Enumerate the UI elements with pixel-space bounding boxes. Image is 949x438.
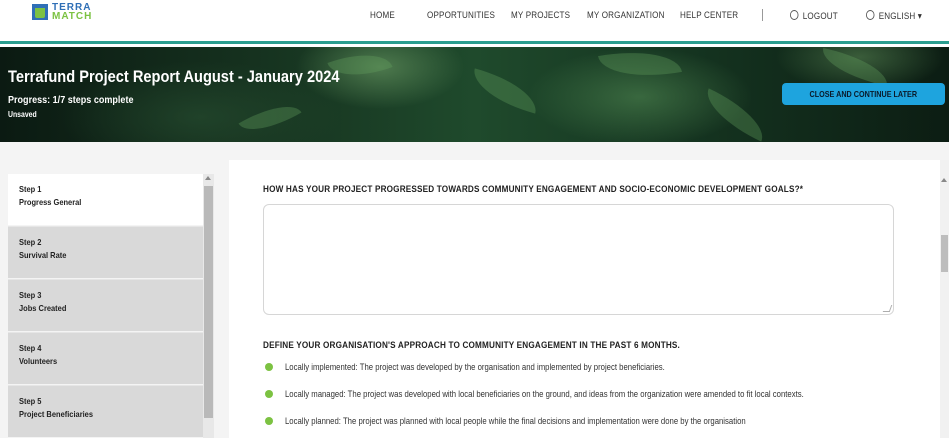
step-name: Project Beneficiaries (19, 409, 94, 419)
step-number: Step 4 (19, 343, 42, 353)
nav-logout[interactable]: LOGOUT (790, 10, 838, 22)
page-scrollbar[interactable] (940, 160, 949, 438)
bullet-dot-icon (265, 363, 273, 371)
progress-text: Progress: 1/7 steps complete (8, 94, 134, 106)
nav-divider (762, 9, 763, 21)
leaf-decoration (598, 47, 682, 86)
community-engagement-answer-field[interactable] (263, 204, 894, 315)
leaf-decoration (238, 93, 302, 142)
step-item-1[interactable]: Step 1 Progress General (8, 174, 203, 226)
scroll-up-icon[interactable] (941, 178, 947, 182)
globe-icon (866, 10, 875, 20)
step-number: Step 1 (19, 184, 42, 194)
logo-line-2: MATCH (52, 11, 93, 22)
step-item-3[interactable]: Step 3 Jobs Created (8, 280, 203, 332)
language-label: ENGLISH ▾ (878, 11, 923, 22)
report-header-banner: Terrafund Project Report August - Januar… (0, 47, 949, 142)
logo-text: TERRA MATCH (52, 3, 93, 22)
bullet-dot-icon (265, 390, 273, 398)
logout-icon (790, 10, 799, 20)
nav-my-projects[interactable]: MY PROJECTS (511, 10, 570, 21)
step-name: Jobs Created (19, 303, 67, 313)
leaf-decoration (697, 88, 773, 142)
nav-opportunities[interactable]: OPPORTUNITIES (427, 10, 495, 21)
scroll-up-icon[interactable] (205, 176, 211, 180)
form-panel: HOW HAS YOUR PROJECT PROGRESSED TOWARDS … (229, 160, 940, 438)
sidebar-scrollbar[interactable] (203, 174, 214, 438)
save-status: Unsaved (8, 110, 37, 119)
steps-sidebar: Step 1 Progress General Step 2 Survival … (8, 174, 214, 438)
nav-language-select[interactable]: ENGLISH ▾ (866, 10, 922, 22)
question-engagement-approach: DEFINE YOUR ORGANISATION'S APPROACH TO C… (263, 340, 680, 351)
close-button-label: CLOSE AND CONTINUE LATER (809, 89, 918, 99)
bullet-dot-icon (265, 417, 273, 425)
sidebar-scroll-thumb[interactable] (204, 186, 213, 418)
nav-home[interactable]: HOME (370, 10, 395, 21)
nav-help-center[interactable]: HELP CENTER (680, 10, 738, 21)
option-label: Locally planned: The project was planned… (285, 416, 746, 426)
report-title: Terrafund Project Report August - Januar… (8, 67, 340, 86)
step-name: Progress General (19, 197, 82, 207)
close-and-continue-later-button[interactable]: CLOSE AND CONTINUE LATER (782, 83, 945, 105)
leaf-decoration (467, 68, 543, 114)
step-item-2[interactable]: Step 2 Survival Rate (8, 227, 203, 279)
nav-my-organization[interactable]: MY ORGANIZATION (587, 10, 665, 21)
logout-label: LOGOUT (802, 11, 838, 22)
option-label: Locally implemented: The project was dev… (285, 362, 665, 372)
option-locally-implemented[interactable]: Locally implemented: The project was dev… (265, 362, 727, 372)
top-navbar: TERRA MATCH HOME OPPORTUNITIES MY PROJEC… (0, 0, 949, 44)
step-number: Step 5 (19, 396, 42, 406)
logo-icon (32, 4, 48, 20)
option-label: Locally managed: The project was develop… (285, 389, 804, 399)
step-number: Step 3 (19, 290, 42, 300)
question-community-engagement-progress: HOW HAS YOUR PROJECT PROGRESSED TOWARDS … (263, 184, 804, 195)
option-locally-managed[interactable]: Locally managed: The project was develop… (265, 389, 888, 399)
page-scroll-thumb[interactable] (941, 235, 948, 272)
step-item-5[interactable]: Step 5 Project Beneficiaries (8, 386, 203, 438)
option-locally-planned[interactable]: Locally planned: The project was planned… (265, 416, 821, 426)
terramatch-logo[interactable]: TERRA MATCH (32, 3, 93, 22)
step-name: Survival Rate (19, 250, 67, 260)
leaf-decoration (818, 47, 892, 87)
step-item-4[interactable]: Step 4 Volunteers (8, 333, 203, 385)
step-name: Volunteers (19, 356, 58, 366)
step-number: Step 2 (19, 237, 42, 247)
